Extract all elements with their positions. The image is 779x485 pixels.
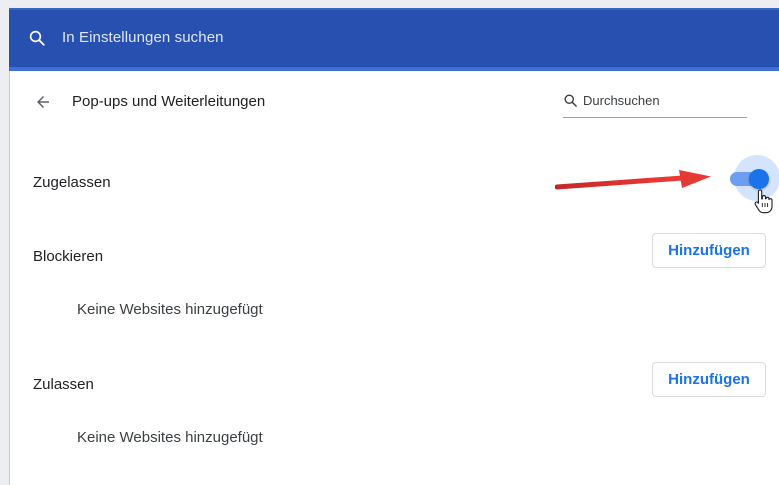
content-card: Pop-ups und Weiterleitungen Durchsuchen … (9, 71, 779, 485)
settings-search-bar[interactable]: In Einstellungen suchen (9, 8, 779, 67)
annotation-arrow-icon (555, 170, 711, 190)
toggle-thumb (749, 169, 769, 189)
block-section-label: Blockieren (33, 248, 104, 265)
allowed-label: Zugelassen (33, 174, 111, 191)
magnifier-icon (564, 94, 577, 107)
filter-input[interactable]: Durchsuchen (563, 91, 747, 118)
allow-empty-text: Keine Websites hinzugefügt (77, 429, 263, 446)
block-add-button[interactable]: Hinzufügen (652, 233, 766, 268)
hand-cursor-icon (754, 189, 773, 214)
block-empty-text: Keine Websites hinzugefügt (77, 301, 263, 318)
settings-window: In Einstellungen suchen Pop-ups und Weit… (0, 0, 779, 485)
page-title: Pop-ups und Weiterleitungen (72, 93, 266, 110)
allow-section-label: Zulassen (33, 376, 94, 393)
search-input[interactable]: In Einstellungen suchen (62, 29, 224, 46)
filter-placeholder: Durchsuchen (583, 93, 660, 108)
back-arrow-icon[interactable] (34, 93, 52, 111)
left-border (9, 71, 10, 485)
allow-add-button[interactable]: Hinzufügen (652, 362, 766, 397)
search-icon (29, 30, 45, 46)
